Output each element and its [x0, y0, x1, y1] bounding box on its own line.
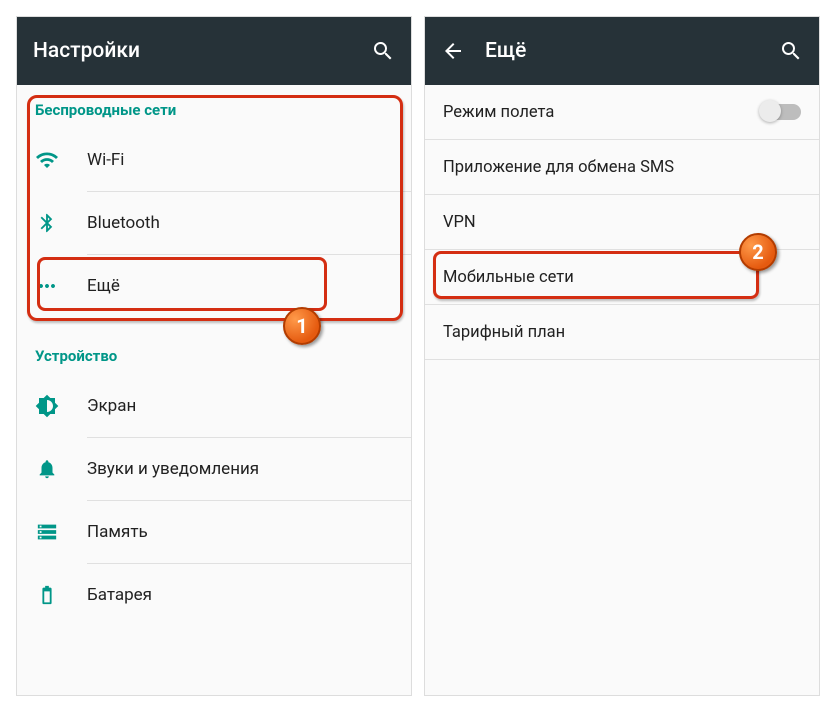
settings-screen: Настройки Беспроводные сети Wi-Fi Blueto… — [16, 16, 412, 696]
airplane-item[interactable]: Режим полета — [425, 85, 819, 139]
section-wireless: Беспроводные сети — [17, 85, 411, 129]
sound-icon — [35, 457, 59, 481]
display-icon — [35, 394, 59, 418]
section-device: Устройство — [17, 317, 411, 375]
battery-icon — [35, 583, 59, 607]
storage-label: Память — [87, 522, 148, 542]
more-screen: Ещё Режим полета Приложение для обмена S… — [424, 16, 820, 696]
bluetooth-label: Bluetooth — [87, 213, 160, 233]
more-content: Режим полета Приложение для обмена SMS V… — [425, 85, 819, 360]
sms-label: Приложение для обмена SMS — [443, 158, 801, 177]
wifi-icon — [35, 148, 59, 172]
display-item[interactable]: Экран — [17, 375, 411, 437]
bluetooth-icon — [35, 211, 59, 235]
wifi-label: Wi-Fi — [87, 150, 124, 170]
battery-label: Батарея — [87, 585, 152, 605]
appbar-title: Настройки — [33, 39, 351, 63]
search-icon[interactable] — [779, 39, 803, 63]
mobile-label: Мобильные сети — [443, 268, 801, 287]
storage-item[interactable]: Память — [17, 501, 411, 563]
plan-item[interactable]: Тарифный план — [425, 305, 819, 359]
airplane-toggle[interactable] — [761, 104, 801, 120]
storage-icon — [35, 520, 59, 544]
sound-label: Звуки и уведомления — [87, 459, 259, 479]
search-icon[interactable] — [371, 39, 395, 63]
vpn-item[interactable]: VPN — [425, 195, 819, 249]
more-icon — [35, 274, 59, 298]
wifi-item[interactable]: Wi-Fi — [17, 129, 411, 191]
vpn-label: VPN — [443, 213, 801, 232]
more-label: Ещё — [87, 276, 120, 296]
airplane-label: Режим полета — [443, 103, 761, 122]
sound-item[interactable]: Звуки и уведомления — [17, 438, 411, 500]
appbar-title: Ещё — [485, 39, 759, 63]
settings-content: Беспроводные сети Wi-Fi Bluetooth Ещё Ус… — [17, 85, 411, 626]
appbar: Ещё — [425, 17, 819, 85]
appbar: Настройки — [17, 17, 411, 85]
divider — [425, 359, 819, 360]
bluetooth-item[interactable]: Bluetooth — [17, 192, 411, 254]
back-icon[interactable] — [441, 39, 465, 63]
more-item[interactable]: Ещё — [17, 255, 411, 317]
mobile-item[interactable]: Мобильные сети — [425, 250, 819, 304]
battery-item[interactable]: Батарея — [17, 564, 411, 626]
plan-label: Тарифный план — [443, 323, 801, 342]
sms-item[interactable]: Приложение для обмена SMS — [425, 140, 819, 194]
display-label: Экран — [87, 396, 136, 416]
